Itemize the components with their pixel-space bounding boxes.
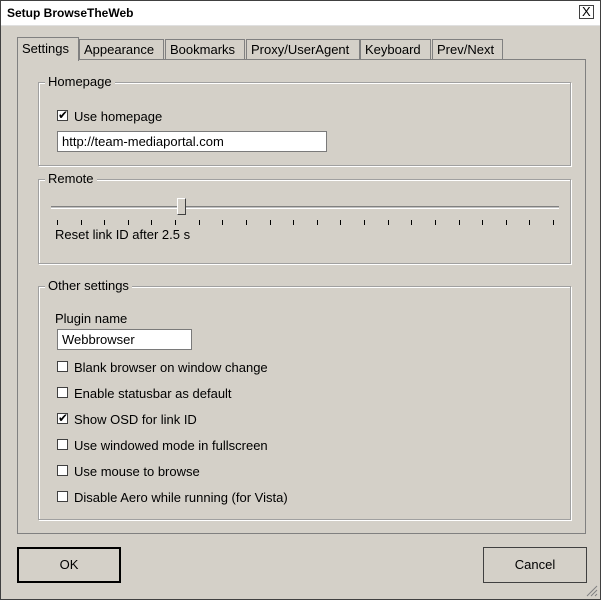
blank-browser-box[interactable] bbox=[57, 361, 68, 372]
slider-tick bbox=[270, 220, 271, 225]
slider-tick bbox=[317, 220, 318, 225]
mouse-browse-box[interactable] bbox=[57, 465, 68, 476]
homepage-group-label: Homepage bbox=[45, 75, 115, 89]
slider-tick bbox=[529, 220, 530, 225]
slider-tick bbox=[506, 220, 507, 225]
tab-keyboard[interactable]: Keyboard bbox=[360, 39, 431, 60]
slider-tick bbox=[435, 220, 436, 225]
remote-group-label: Remote bbox=[45, 172, 97, 186]
remote-group: Remote Reset link ID after 2.5 s bbox=[38, 172, 571, 264]
disable-aero-label: Disable Aero while running (for Vista) bbox=[74, 490, 288, 505]
statusbar-box[interactable] bbox=[57, 387, 68, 398]
show-osd-label: Show OSD for link ID bbox=[74, 412, 197, 427]
show-osd-box[interactable]: ✔ bbox=[57, 411, 69, 425]
close-icon: X bbox=[582, 4, 591, 19]
mouse-browse-label: Use mouse to browse bbox=[74, 464, 200, 479]
slider-tick bbox=[411, 220, 412, 225]
slider-tick bbox=[293, 220, 294, 225]
slider-track[interactable] bbox=[51, 206, 559, 209]
blank-browser-checkbox[interactable]: Blank browser on window change bbox=[57, 360, 357, 376]
other-settings-group-label: Other settings bbox=[45, 279, 132, 293]
settings-panel: Homepage ✔ Use homepage http://team-medi… bbox=[17, 59, 586, 534]
plugin-name-label: Plugin name bbox=[55, 311, 128, 326]
windowed-mode-checkbox[interactable]: Use windowed mode in fullscreen bbox=[57, 438, 357, 454]
slider-tick bbox=[104, 220, 105, 225]
close-button[interactable]: X bbox=[579, 4, 594, 19]
slider-tick bbox=[340, 220, 341, 225]
other-settings-group: Other settings Plugin name Webbrowser Bl… bbox=[38, 279, 571, 520]
title-bar[interactable]: Setup BrowseTheWeb X bbox=[1, 1, 600, 26]
use-homepage-checkbox[interactable]: ✔ Use homepage bbox=[57, 108, 257, 125]
setup-dialog: Setup BrowseTheWeb X Settings Appearance… bbox=[0, 0, 601, 600]
plugin-name-input[interactable]: Webbrowser bbox=[57, 329, 192, 350]
slider-thumb[interactable] bbox=[177, 198, 186, 215]
window-title: Setup BrowseTheWeb bbox=[7, 6, 134, 20]
tab-proxy-useragent[interactable]: Proxy/UserAgent bbox=[246, 39, 360, 60]
check-mark-icon: ✔ bbox=[58, 411, 69, 425]
homepage-group: Homepage ✔ Use homepage http://team-medi… bbox=[38, 75, 571, 166]
resize-grip-icon[interactable] bbox=[586, 585, 598, 597]
statusbar-checkbox[interactable]: Enable statusbar as default bbox=[57, 386, 357, 402]
slider-tick bbox=[364, 220, 365, 225]
blank-browser-label: Blank browser on window change bbox=[74, 360, 268, 375]
use-homepage-label: Use homepage bbox=[74, 109, 163, 124]
remote-caption: Reset link ID after 2.5 s bbox=[55, 227, 191, 242]
slider-tick bbox=[57, 220, 58, 225]
slider-tick bbox=[222, 220, 223, 225]
homepage-url-input[interactable]: http://team-mediaportal.com bbox=[57, 131, 327, 152]
tab-bookmarks[interactable]: Bookmarks bbox=[165, 39, 245, 60]
slider-tick bbox=[81, 220, 82, 225]
tab-appearance[interactable]: Appearance bbox=[79, 39, 164, 60]
slider-tick bbox=[128, 220, 129, 225]
show-osd-checkbox[interactable]: ✔ Show OSD for link ID bbox=[57, 411, 357, 428]
tab-prev-next[interactable]: Prev/Next bbox=[432, 39, 503, 60]
cancel-button[interactable]: Cancel bbox=[483, 547, 587, 583]
slider-tick bbox=[482, 220, 483, 225]
use-homepage-box[interactable]: ✔ bbox=[57, 108, 69, 122]
slider-tick bbox=[175, 220, 176, 225]
slider-tick bbox=[151, 220, 152, 225]
disable-aero-checkbox[interactable]: Disable Aero while running (for Vista) bbox=[57, 490, 357, 506]
windowed-mode-label: Use windowed mode in fullscreen bbox=[74, 438, 268, 453]
disable-aero-box[interactable] bbox=[57, 491, 68, 502]
slider-tick bbox=[199, 220, 200, 225]
check-mark-icon: ✔ bbox=[58, 108, 69, 122]
ok-button[interactable]: OK bbox=[17, 547, 121, 583]
statusbar-label: Enable statusbar as default bbox=[74, 386, 232, 401]
slider-tick bbox=[459, 220, 460, 225]
slider-tick bbox=[388, 220, 389, 225]
slider-tick bbox=[553, 220, 554, 225]
slider-tick bbox=[246, 220, 247, 225]
tab-settings[interactable]: Settings bbox=[17, 37, 79, 61]
mouse-browse-checkbox[interactable]: Use mouse to browse bbox=[57, 464, 357, 480]
windowed-mode-box[interactable] bbox=[57, 439, 68, 450]
